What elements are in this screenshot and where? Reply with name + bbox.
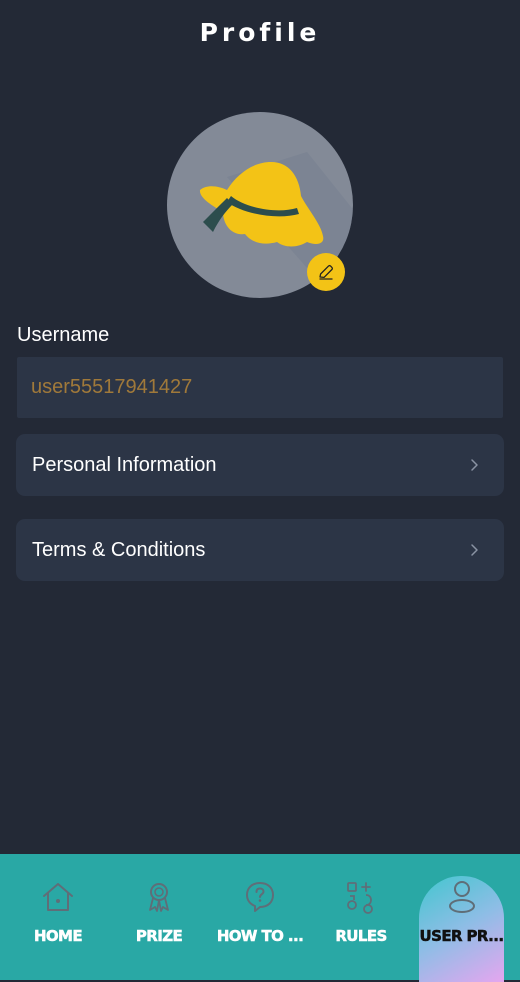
nav-item-how-to[interactable]: HOW TO ...	[216, 854, 304, 980]
nav-label-prize: PRIZE	[135, 927, 183, 946]
nav-item-home[interactable]: HOME	[18, 854, 98, 980]
home-icon	[39, 878, 77, 916]
terms-conditions-item[interactable]: Terms & Conditions	[16, 519, 504, 581]
terms-conditions-label: Terms & Conditions	[32, 538, 206, 561]
personal-information-label: Personal Information	[32, 453, 217, 476]
nav-item-prize[interactable]: PRIZE	[119, 854, 199, 980]
page-title: Profile	[199, 18, 321, 47]
nav-item-user-profile[interactable]: USER PR...	[419, 854, 504, 980]
question-chat-icon	[241, 878, 279, 916]
avatar-container	[167, 112, 353, 298]
nav-label-home: HOME	[33, 927, 83, 946]
bottom-nav: HOME PRIZE HOW TO ... RULES USER PR...	[0, 854, 520, 982]
chevron-right-icon	[466, 542, 482, 558]
username-label: Username	[17, 324, 110, 346]
edit-avatar-button[interactable]	[307, 253, 345, 291]
nav-item-rules[interactable]: RULES	[322, 854, 400, 980]
nav-label-how-to: HOW TO ...	[216, 927, 304, 946]
rules-icon	[342, 878, 380, 916]
award-icon	[140, 878, 178, 916]
personal-information-item[interactable]: Personal Information	[16, 434, 504, 496]
nav-label-rules: RULES	[335, 927, 387, 946]
nav-label-user-profile: USER PR...	[419, 927, 504, 946]
chevron-right-icon	[466, 457, 482, 473]
pencil-icon	[319, 265, 333, 280]
user-icon	[443, 878, 481, 916]
username-input[interactable]	[17, 357, 503, 418]
